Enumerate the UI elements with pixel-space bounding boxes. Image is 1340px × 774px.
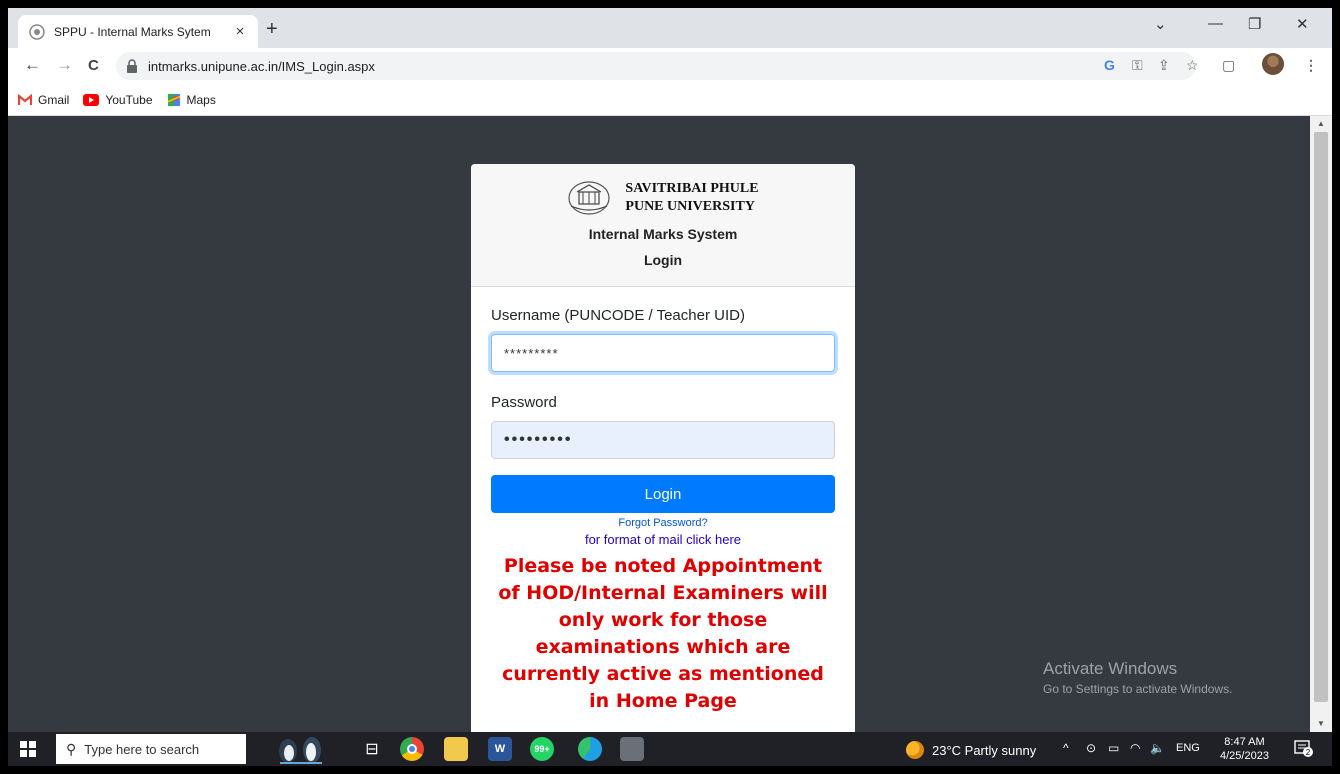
task-view-icon[interactable]: ⊟ xyxy=(360,737,384,761)
google-icon[interactable]: G xyxy=(1104,57,1115,73)
url-text: intmarks.unipune.ac.in/IMS_Login.aspx xyxy=(148,58,375,74)
university-name-line2: PUNE UNIVERSITY xyxy=(625,199,755,214)
bookmark-label: YouTube xyxy=(105,92,153,107)
weather-sun-icon xyxy=(906,741,924,759)
meet-now-icon[interactable]: ⊙ xyxy=(1086,741,1096,755)
forgot-password-link[interactable]: Forgot Password? xyxy=(491,517,835,529)
appointment-notice: Please be noted Appointment of HOD/Inter… xyxy=(498,555,828,712)
forward-button[interactable]: → xyxy=(56,55,73,75)
bookmark-star-icon[interactable]: ☆ xyxy=(1186,57,1199,74)
language-indicator[interactable]: ENG xyxy=(1176,742,1200,754)
restore-button[interactable]: ❐ xyxy=(1248,15,1261,33)
login-button[interactable]: Login xyxy=(491,475,835,513)
battery-icon[interactable]: ▭ xyxy=(1108,741,1119,755)
login-card-header: SAVITRIBAI PHULE PUNE UNIVERSITY Interna… xyxy=(471,164,855,287)
password-label: Password xyxy=(491,394,557,411)
minimize-button[interactable]: — xyxy=(1208,15,1223,32)
system-title: Internal Marks System xyxy=(588,226,738,242)
windows-start-icon[interactable] xyxy=(20,741,36,757)
weather-text: 23°C Partly sunny xyxy=(932,742,1037,758)
side-panel-icon[interactable]: ▢ xyxy=(1222,57,1235,74)
tab-title: SPPU - Internal Marks Sytem xyxy=(54,24,211,39)
watermark-title: Activate Windows xyxy=(1043,659,1178,678)
back-button[interactable]: ← xyxy=(24,55,41,75)
search-icon: ⚲ xyxy=(66,740,77,757)
username-input[interactable]: ********* xyxy=(491,334,835,372)
bookmark-label: Gmail xyxy=(38,92,70,107)
notification-icon[interactable]: 2 xyxy=(1294,740,1314,758)
tab-strip: SPPU - Internal Marks Sytem × + ⌄ — ❐ ✕ xyxy=(8,8,1332,48)
reload-button[interactable]: C xyxy=(88,57,99,74)
lock-icon xyxy=(127,59,137,73)
university-emblem-icon xyxy=(568,181,611,215)
bookmarks-bar: Gmail YouTube Maps xyxy=(8,84,1332,116)
university-name-line1: SAVITRIBAI PHULE xyxy=(625,181,759,196)
youtube-icon xyxy=(83,93,100,106)
tray-chevron-icon[interactable]: ^ xyxy=(1063,741,1069,755)
gmail-icon xyxy=(18,93,32,105)
bookmark-youtube[interactable]: YouTube xyxy=(83,92,153,107)
share-icon[interactable]: ⇪ xyxy=(1158,57,1170,74)
scroll-down-icon[interactable]: ▼ xyxy=(1317,719,1325,728)
tab-close-icon[interactable]: × xyxy=(232,23,248,40)
menu-icon[interactable]: ⋮ xyxy=(1304,57,1318,74)
login-form: Username (PUNCODE / Teacher UID) *******… xyxy=(471,287,855,715)
wifi-icon[interactable]: ◠ xyxy=(1130,741,1140,755)
snipping-tool-icon[interactable] xyxy=(620,737,644,761)
activate-windows-watermark: Activate Windows Go to Settings to activ… xyxy=(1043,659,1232,696)
address-bar[interactable]: intmarks.unipune.ac.in/IMS_Login.aspx xyxy=(116,52,1196,80)
notification-count: 2 xyxy=(1306,748,1311,757)
taskbar-search-box[interactable]: ⚲ Type here to search xyxy=(56,734,246,764)
key-icon[interactable]: ⚿ xyxy=(1132,57,1143,74)
browser-toolbar: ← → C intmarks.unipune.ac.in/IMS_Login.a… xyxy=(8,48,1332,84)
mail-format-link[interactable]: for format of mail click here xyxy=(491,532,835,547)
profile-avatar[interactable] xyxy=(1262,53,1284,75)
word-icon[interactable]: W xyxy=(488,737,512,761)
edge-icon[interactable] xyxy=(578,737,602,761)
weather-widget[interactable]: 23°C Partly sunny xyxy=(906,741,1036,759)
whatsapp-badge: 99+ xyxy=(534,744,550,754)
maps-icon xyxy=(167,93,180,106)
university-name: SAVITRIBAI PHULE PUNE UNIVERSITY xyxy=(625,180,758,216)
watermark-subtitle: Go to Settings to activate Windows. xyxy=(1043,682,1233,696)
tab-search-icon[interactable]: ⌄ xyxy=(1154,15,1167,33)
browser-tab[interactable]: SPPU - Internal Marks Sytem × xyxy=(18,15,258,48)
university-logo-row: SAVITRIBAI PHULE PUNE UNIVERSITY xyxy=(471,180,855,216)
password-input[interactable]: ••••••••• xyxy=(491,421,835,459)
penguins-search-highlight-icon[interactable] xyxy=(260,734,340,764)
volume-icon[interactable]: 🔈 xyxy=(1150,741,1165,755)
bookmark-gmail[interactable]: Gmail xyxy=(18,93,69,107)
chrome-taskbar-icon[interactable] xyxy=(400,737,424,761)
search-placeholder: Type here to search xyxy=(84,741,200,757)
file-explorer-icon[interactable] xyxy=(444,737,468,761)
page-scrollbar[interactable]: ▲ ▼ xyxy=(1310,116,1332,732)
scrollbar-thumb[interactable] xyxy=(1314,132,1328,702)
scroll-up-icon[interactable]: ▲ xyxy=(1317,119,1325,128)
taskbar-clock[interactable]: 8:47 AM 4/25/2023 xyxy=(1220,735,1269,763)
clock-time: 8:47 AM xyxy=(1224,736,1265,748)
login-heading: Login xyxy=(643,252,683,268)
browser-window: SPPU - Internal Marks Sytem × + ⌄ — ❐ ✕ … xyxy=(8,8,1332,766)
whatsapp-icon[interactable]: 99+ xyxy=(530,737,554,761)
page-background: SAVITRIBAI PHULE PUNE UNIVERSITY Interna… xyxy=(8,116,1310,732)
clock-date: 4/25/2023 xyxy=(1220,750,1269,762)
sppu-favicon-icon xyxy=(29,23,45,40)
new-tab-button[interactable]: + xyxy=(266,18,278,41)
login-card: SAVITRIBAI PHULE PUNE UNIVERSITY Interna… xyxy=(471,164,855,732)
close-window-button[interactable]: ✕ xyxy=(1296,15,1309,33)
bookmark-label: Maps xyxy=(186,92,216,107)
windows-taskbar: ⚲ Type here to search ⊟ W 99+ 23°C Partl… xyxy=(8,732,1332,766)
bookmark-maps[interactable]: Maps xyxy=(167,93,216,107)
username-label: Username (PUNCODE / Teacher UID) xyxy=(491,307,745,324)
